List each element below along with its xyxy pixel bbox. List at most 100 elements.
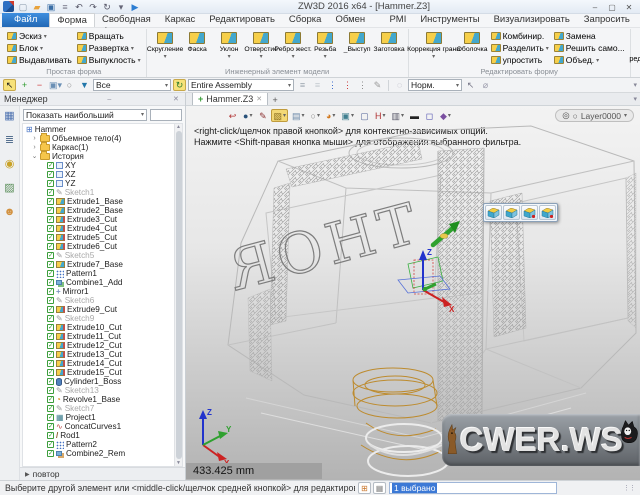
- minimize-button[interactable]: –: [587, 1, 603, 12]
- ribbon-button-упростить[interactable]: упростить: [489, 54, 551, 66]
- filter-list-icon[interactable]: ≡: [296, 79, 309, 91]
- ribbon-button-выдавливать[interactable]: Выдавливать: [5, 54, 74, 66]
- visibility-checkbox[interactable]: ✓: [47, 333, 54, 340]
- grid-toggle-icon[interactable]: ▦: [373, 482, 386, 494]
- undo-icon[interactable]: ↶: [73, 1, 85, 13]
- visibility-checkbox[interactable]: ✓: [47, 225, 54, 232]
- manager-tab-user[interactable]: ☻: [4, 206, 16, 219]
- select-cursor-icon[interactable]: ↖: [3, 79, 16, 91]
- stack-blue-icon[interactable]: ⋮: [326, 79, 339, 91]
- ribbon-tab-9[interactable]: Запросить: [577, 13, 637, 27]
- tree-item-yz[interactable]: ✓YZ: [23, 179, 182, 188]
- tree-item-mirror1[interactable]: ✓+Mirror1: [23, 287, 182, 296]
- modify-face-button[interactable]: [539, 205, 556, 220]
- visibility-checkbox[interactable]: ✓: [47, 405, 54, 412]
- tree-item-xz[interactable]: ✓XZ: [23, 170, 182, 179]
- view-capture-icon[interactable]: ▣▾: [48, 79, 61, 91]
- simple-edit-button[interactable]: Простоередактирование ▾: [634, 30, 640, 63]
- tree-item-rod1[interactable]: ✓/Rod1: [23, 431, 182, 440]
- ribbon-button-выпуклость[interactable]: Выпуклость▾: [75, 54, 143, 66]
- lasso-icon[interactable]: ○: [63, 79, 76, 91]
- save-icon[interactable]: ▣: [45, 1, 57, 13]
- hide-entity-icon[interactable]: ⌀: [479, 79, 492, 91]
- ribbon-button-скругление[interactable]: Скругление▾: [150, 30, 181, 60]
- ribbon-button-блок[interactable]: Блок▾: [5, 42, 74, 54]
- toolbar-pin-icon[interactable]: ▾: [633, 81, 637, 89]
- close-button[interactable]: ✕: [621, 1, 637, 12]
- visibility-checkbox[interactable]: ✓: [47, 396, 54, 403]
- tree-item-cylinder1_boss[interactable]: ✓Cylinder1_Boss: [23, 377, 182, 386]
- visibility-checkbox[interactable]: ✓: [47, 162, 54, 169]
- ribbon-tab-5[interactable]: Обмен данными: [328, 13, 382, 27]
- visibility-checkbox[interactable]: ✓: [47, 243, 54, 250]
- stack-red-icon[interactable]: ⋮: [341, 79, 354, 91]
- tree-filter-combo[interactable]: Показать наибольший ▾: [23, 109, 147, 121]
- tree-item-extrude5_cut[interactable]: ✓Extrude5_Cut: [23, 233, 182, 242]
- visibility-checkbox[interactable]: ✓: [47, 414, 54, 421]
- ribbon-button-комбинир.[interactable]: Комбинир.: [489, 30, 551, 42]
- ribbon-button-развертка[interactable]: Развертка▾: [75, 42, 143, 54]
- isolate-face-button[interactable]: [485, 205, 502, 220]
- manager-tab-render[interactable]: ▨: [4, 182, 14, 195]
- tree-item-revolve1_base[interactable]: ✓◔Revolve1_Base: [23, 395, 182, 404]
- visibility-checkbox[interactable]: ✓: [47, 342, 54, 349]
- tree-item-extrude10_cut[interactable]: ✓Extrude10_Cut: [23, 323, 182, 332]
- tree-item-concatcurves1[interactable]: ✓∿ConcatCurves1: [23, 422, 182, 431]
- visibility-checkbox[interactable]: ✓: [47, 369, 54, 376]
- stack-gray-icon[interactable]: ⋮: [356, 79, 369, 91]
- ribbon-button-коррекция грани[interactable]: Коррекция грани▾: [412, 30, 456, 60]
- expand-icon[interactable]: ›: [31, 134, 38, 143]
- visibility-checkbox[interactable]: ✓: [47, 441, 54, 448]
- caret-icon[interactable]: ▾: [115, 1, 127, 13]
- orient-face-button[interactable]: [503, 205, 520, 220]
- visibility-checkbox[interactable]: ✓: [47, 432, 54, 439]
- ribbon-button-вращать[interactable]: Вращать: [75, 30, 143, 42]
- ribbon-button-эскиз[interactable]: Эскиз▾: [5, 30, 74, 42]
- entity-filter-combo[interactable]: Все▾: [93, 79, 171, 91]
- visibility-checkbox[interactable]: ✓: [47, 297, 54, 304]
- tree-item-extrude4_cut[interactable]: ✓Extrude4_Cut: [23, 224, 182, 233]
- visibility-checkbox[interactable]: ✓: [47, 450, 54, 457]
- tree-item-extrude11_cut[interactable]: ✓Extrude11_Cut: [23, 332, 182, 341]
- paint-icon[interactable]: ✎: [371, 79, 384, 91]
- visibility-checkbox[interactable]: ✓: [47, 216, 54, 223]
- tree-item-combine1_add[interactable]: ✓Combine1_Add: [23, 278, 182, 287]
- settings-sync-icon[interactable]: ↻: [101, 1, 113, 13]
- tree-item-pattern2[interactable]: ✓Pattern2: [23, 440, 182, 449]
- tree-item-sketch5[interactable]: ✓✎Sketch5: [23, 251, 182, 260]
- new-file-icon[interactable]: ▢: [17, 1, 29, 13]
- tree-item-combine2_rem[interactable]: ✓Combine2_Rem: [23, 449, 182, 458]
- visibility-checkbox[interactable]: ✓: [47, 387, 54, 394]
- panel-close-icon[interactable]: ✕: [171, 95, 181, 103]
- tree-item-pattern1[interactable]: ✓Pattern1: [23, 269, 182, 278]
- visibility-checkbox[interactable]: ✓: [47, 180, 54, 187]
- ribbon-tab-2[interactable]: Каркас: [158, 13, 203, 27]
- tree-item-sketch13[interactable]: ✓✎Sketch13: [23, 386, 182, 395]
- maximize-button[interactable]: ▢: [604, 1, 620, 12]
- tree-item-extrude1_base[interactable]: ✓Extrude1_Base: [23, 197, 182, 206]
- file-menu-button[interactable]: Файл: [2, 13, 49, 27]
- visibility-checkbox[interactable]: ✓: [47, 288, 54, 295]
- visibility-checkbox[interactable]: ✓: [47, 252, 54, 259]
- visibility-checkbox[interactable]: ✓: [47, 279, 54, 286]
- ribbon-tab-6[interactable]: PMI: [382, 13, 413, 27]
- ribbon-button-объед.[interactable]: Объед.▾: [552, 54, 627, 66]
- add-pick-icon[interactable]: +: [18, 79, 31, 91]
- visibility-checkbox[interactable]: ✓: [47, 324, 54, 331]
- visibility-checkbox[interactable]: ✓: [47, 378, 54, 385]
- tree-item-extrude2_base[interactable]: ✓Extrude2_Base: [23, 206, 182, 215]
- ribbon-tab-8[interactable]: Визуализировать: [487, 13, 577, 27]
- ribbon-tab-1[interactable]: Свободная форма: [95, 13, 158, 27]
- ribbon-button-_выступ[interactable]: _Выступ: [342, 30, 373, 53]
- ribbon-button-фаска[interactable]: Фаска: [182, 30, 213, 53]
- tree-item-extrude9_cut[interactable]: ✓Extrude9_Cut: [23, 305, 182, 314]
- visibility-checkbox[interactable]: ✓: [47, 198, 54, 205]
- open-folder-icon[interactable]: ▰: [31, 1, 43, 13]
- tree-search-box[interactable]: [150, 109, 182, 121]
- play-icon[interactable]: ▶: [129, 1, 141, 13]
- ribbon-button-ребро жест.[interactable]: Ребро жест.▾: [278, 30, 309, 60]
- tree-scrollbar[interactable]: ▲▼: [174, 124, 182, 466]
- ribbon-button-замена[interactable]: Замена: [552, 30, 627, 42]
- expand-icon[interactable]: ›: [31, 143, 38, 152]
- collapse-icon[interactable]: ⌄: [31, 152, 38, 161]
